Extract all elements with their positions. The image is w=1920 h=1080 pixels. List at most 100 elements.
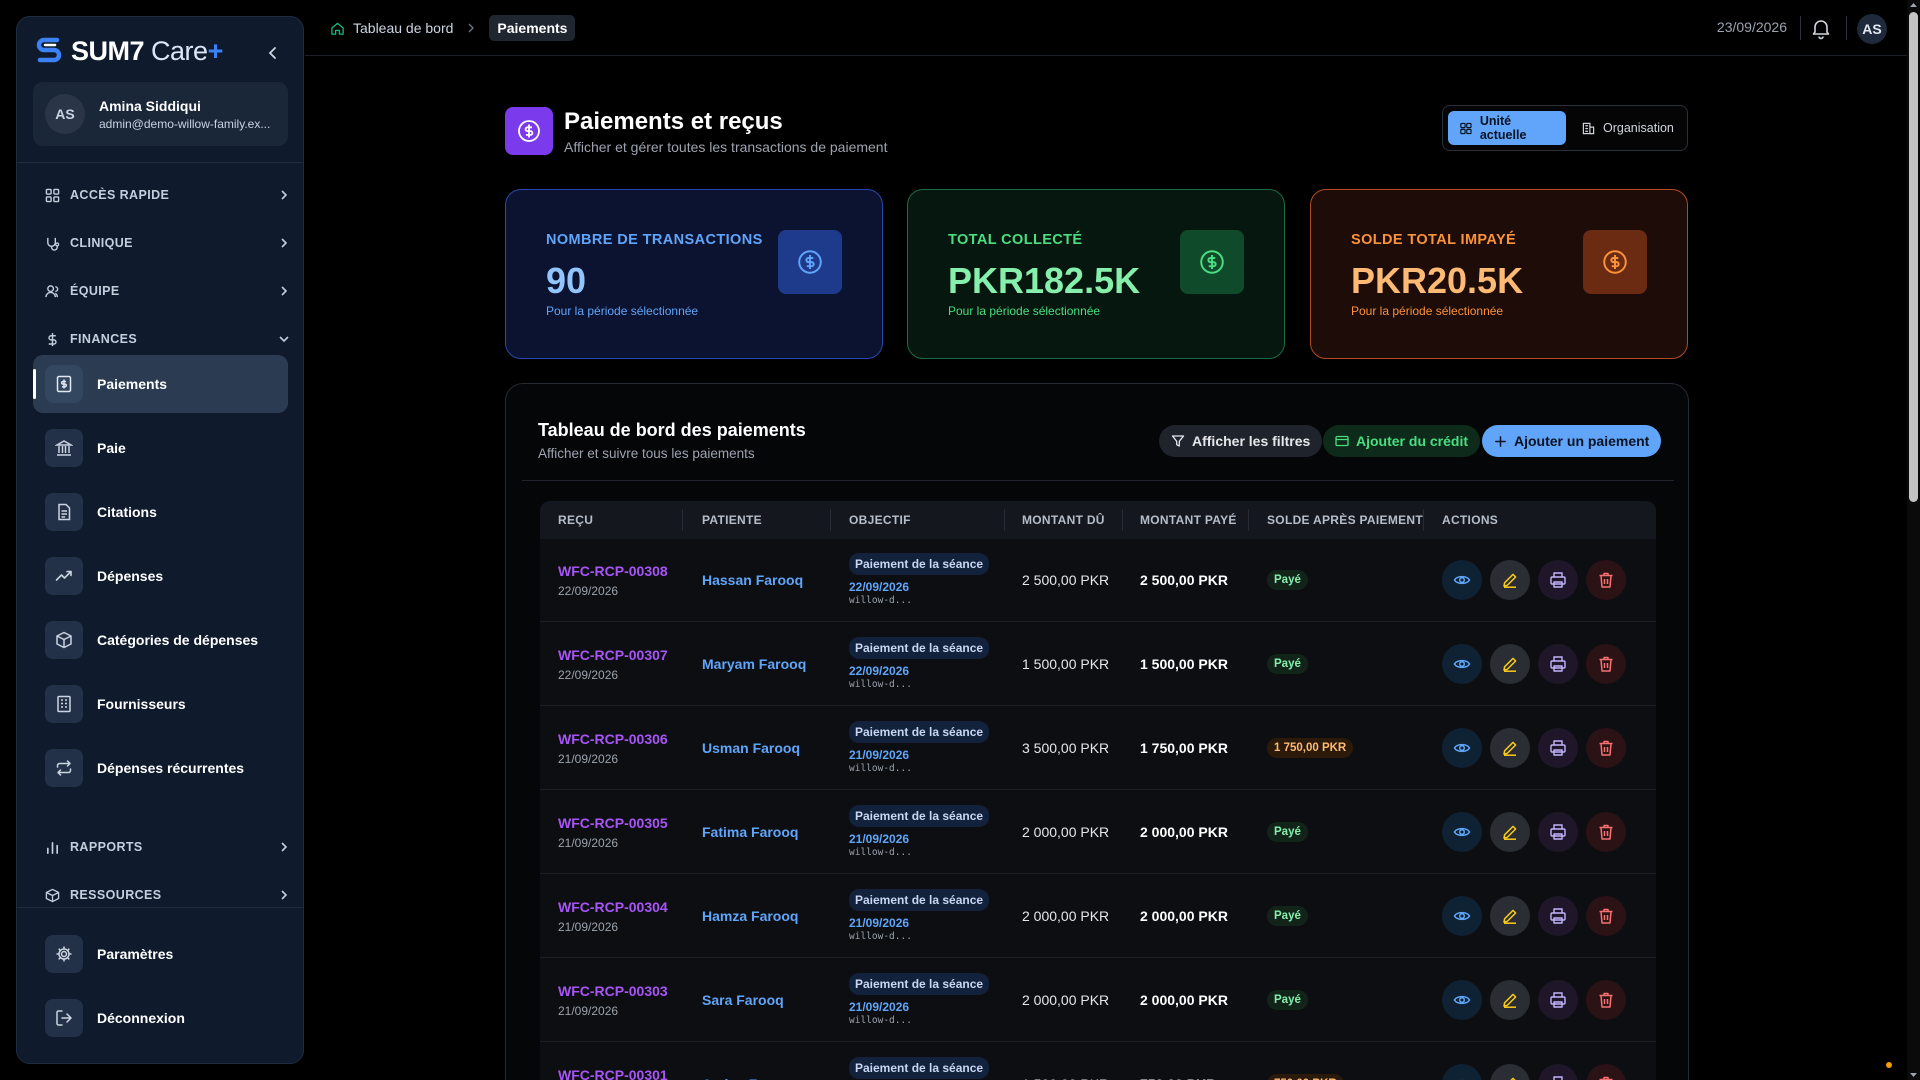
receipt-id[interactable]: WFC-RCP-00307 (558, 647, 668, 663)
print-button[interactable] (1538, 1064, 1578, 1080)
delete-button[interactable] (1586, 644, 1626, 684)
receipt-id[interactable]: WFC-RCP-00304 (558, 899, 668, 915)
page-scrollbar-thumb[interactable] (1909, 12, 1918, 502)
table-row[interactable]: WFC-RCP-00305 21/09/2026 Fatima Farooq P… (540, 791, 1656, 874)
add-credit-button[interactable]: Ajouter du crédit (1323, 425, 1481, 457)
trash-icon (1599, 824, 1613, 840)
patient-link[interactable]: Hamza Farooq (702, 908, 798, 924)
col-divider (1004, 509, 1005, 531)
section-rapports[interactable]: RAPPORTS (45, 835, 290, 859)
delete-button[interactable] (1586, 728, 1626, 768)
section-clinique[interactable]: CLINIQUE (45, 231, 290, 255)
objective-date[interactable]: 22/09/2026 (849, 580, 989, 594)
col-header-receipt[interactable]: REÇU (558, 501, 593, 539)
col-header-patient[interactable]: PATIENTE (702, 501, 762, 539)
receipt-id[interactable]: WFC-RCP-00305 (558, 815, 668, 831)
patient-link[interactable]: Fatima Farooq (702, 824, 798, 840)
delete-button[interactable] (1586, 896, 1626, 936)
breadcrumb-home[interactable]: Tableau de bord (353, 20, 453, 36)
receipt-id[interactable]: WFC-RCP-00308 (558, 563, 668, 579)
objective-date[interactable]: 21/09/2026 (849, 832, 989, 846)
objective-badge: Paiement de la séance (849, 637, 990, 659)
notification-bell-icon[interactable] (1809, 16, 1833, 40)
user-card[interactable]: AS Amina Siddiqui admin@demo-willow-fami… (33, 82, 288, 146)
delete-button[interactable] (1586, 560, 1626, 600)
objective-date[interactable]: 21/09/2026 (849, 916, 989, 930)
patient-link[interactable]: Amina Farooq (702, 1076, 796, 1080)
sidebar-item-paiements[interactable]: Paiements (33, 355, 288, 413)
edit-button[interactable] (1490, 896, 1530, 936)
col-header-balance[interactable]: SOLDE APRÈS PAIEMENT (1267, 501, 1423, 539)
sidebar-item-fournisseurs[interactable]: Fournisseurs (33, 675, 288, 733)
table-row[interactable]: WFC-RCP-00308 22/09/2026 Hassan Farooq P… (540, 539, 1656, 622)
table-row[interactable]: WFC-RCP-00304 21/09/2026 Hamza Farooq Pa… (540, 875, 1656, 958)
scroll-up-arrow-icon[interactable] (1909, 1, 1918, 9)
table-row[interactable]: WFC-RCP-00307 22/09/2026 Maryam Farooq P… (540, 623, 1656, 706)
patient-link[interactable]: Maryam Farooq (702, 656, 806, 672)
section-ressources[interactable]: RESSOURCES (45, 883, 290, 907)
patient-link[interactable]: Hassan Farooq (702, 572, 803, 588)
sidebar-item-deconnexion[interactable]: Déconnexion (33, 989, 288, 1047)
delete-button[interactable] (1586, 980, 1626, 1020)
edit-button[interactable] (1490, 644, 1530, 684)
grid-icon (1460, 122, 1472, 134)
patient-link[interactable]: Sara Farooq (702, 992, 784, 1008)
amount-paid: 2 000,00 PKR (1140, 908, 1228, 924)
sidebar-item-categories-depenses[interactable]: Catégories de dépenses (33, 611, 288, 669)
objective-date[interactable]: 22/09/2026 (849, 664, 989, 678)
sidebar-item-parametres[interactable]: Paramètres (33, 925, 288, 983)
view-button[interactable] (1442, 896, 1482, 936)
receipt-id[interactable]: WFC-RCP-00303 (558, 983, 668, 999)
sidebar-item-depenses[interactable]: Dépenses (33, 547, 288, 605)
status-badge: 1 750,00 PKR (1267, 738, 1354, 758)
receipt-id[interactable]: WFC-RCP-00301 (558, 1067, 668, 1080)
print-button[interactable] (1538, 644, 1578, 684)
section-acces-rapide[interactable]: ACCÈS RAPIDE (45, 183, 290, 207)
scope-organization-button[interactable]: Organisation (1570, 111, 1686, 145)
edit-button[interactable] (1490, 728, 1530, 768)
print-button[interactable] (1538, 560, 1578, 600)
view-button[interactable] (1442, 728, 1482, 768)
receipt-id[interactable]: WFC-RCP-00306 (558, 731, 668, 747)
add-payment-button[interactable]: Ajouter un paiement (1482, 425, 1662, 457)
view-button[interactable] (1442, 812, 1482, 852)
stat-value: PKR182.5K (948, 260, 1141, 301)
scope-current-unit-button[interactable]: Unité actuelle (1448, 111, 1566, 145)
user-avatar-button[interactable]: AS (1857, 14, 1887, 44)
sidebar-item-depenses-recurrentes[interactable]: Dépenses récurrentes (33, 739, 288, 797)
view-button[interactable] (1442, 980, 1482, 1020)
print-button[interactable] (1538, 896, 1578, 936)
show-filters-button[interactable]: Afficher les filtres (1159, 425, 1323, 457)
edit-button[interactable] (1490, 1064, 1530, 1080)
print-button[interactable] (1538, 980, 1578, 1020)
edit-button[interactable] (1490, 980, 1530, 1020)
table-row[interactable]: WFC-RCP-00306 21/09/2026 Usman Farooq Pa… (540, 707, 1656, 790)
col-header-amount-paid[interactable]: MONTANT PAYÉ (1140, 501, 1237, 539)
section-finances[interactable]: FINANCES (45, 327, 290, 351)
delete-button[interactable] (1586, 1064, 1626, 1080)
panel-subtitle: Afficher et suivre tous les paiements (538, 446, 755, 461)
sidebar-item-citations[interactable]: Citations (33, 483, 288, 541)
scroll-down-arrow-icon[interactable] (1909, 1071, 1918, 1079)
brand-logo[interactable]: SUM7 Care+ (35, 31, 223, 71)
col-header-amount-due[interactable]: MONTANT DÛ (1022, 501, 1105, 539)
edit-button[interactable] (1490, 560, 1530, 600)
objective-date[interactable]: 21/09/2026 (849, 748, 989, 762)
view-button[interactable] (1442, 1064, 1482, 1080)
delete-button[interactable] (1586, 812, 1626, 852)
print-button[interactable] (1538, 812, 1578, 852)
sidebar-item-paie[interactable]: Paie (33, 419, 288, 477)
objective-date[interactable]: 21/09/2026 (849, 1000, 989, 1014)
col-header-objective[interactable]: OBJECTIF (849, 501, 911, 539)
section-equipe[interactable]: ÉQUIPE (45, 279, 290, 303)
collapse-sidebar-button[interactable] (261, 41, 285, 65)
view-button[interactable] (1442, 644, 1482, 684)
table-row[interactable]: WFC-RCP-00301 Amina Farooq Paiement de l… (540, 1043, 1656, 1080)
dollar-icon (48, 332, 57, 346)
button-label: Afficher les filtres (1192, 433, 1311, 449)
view-button[interactable] (1442, 560, 1482, 600)
print-button[interactable] (1538, 728, 1578, 768)
edit-button[interactable] (1490, 812, 1530, 852)
table-row[interactable]: WFC-RCP-00303 21/09/2026 Sara Farooq Pai… (540, 959, 1656, 1042)
patient-link[interactable]: Usman Farooq (702, 740, 800, 756)
